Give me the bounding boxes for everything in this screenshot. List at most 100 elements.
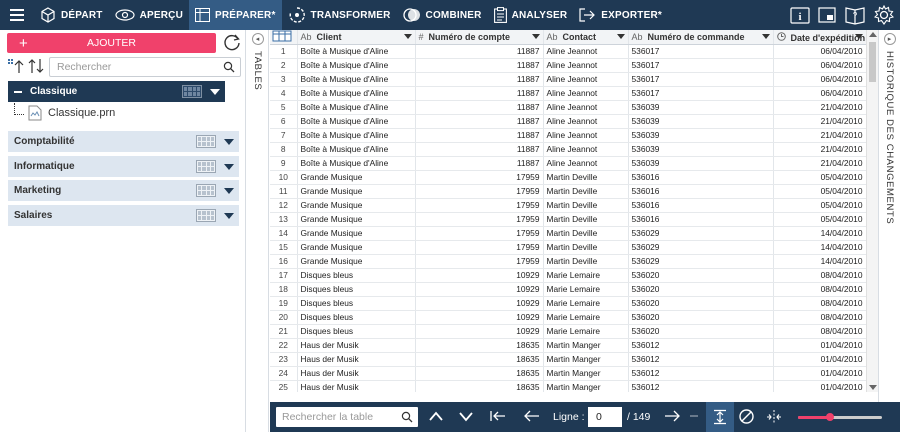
sort-toggle-icon[interactable] — [28, 58, 46, 77]
group-marketing[interactable]: Marketing — [8, 180, 239, 201]
toolbar-apercu[interactable]: APERÇU — [109, 0, 189, 30]
table-cell[interactable]: Disques bleus — [297, 324, 416, 339]
table-cell[interactable]: 10929 — [415, 296, 544, 311]
table-cell[interactable]: Boîte à Musique d'Aline — [297, 128, 416, 143]
table-cell[interactable]: 11887 — [415, 114, 544, 129]
table-cell[interactable]: 17959 — [415, 212, 544, 227]
table-cell[interactable]: 08/04/2010 — [773, 282, 866, 297]
toolbar-exporter[interactable]: EXPORTER* — [573, 0, 668, 30]
table-cell[interactable]: 06/04/2010 — [773, 72, 866, 87]
table-cell[interactable]: 17959 — [415, 170, 544, 185]
table-cell[interactable]: 08/04/2010 — [773, 324, 866, 339]
table-cell[interactable]: Grande Musique — [297, 240, 416, 255]
select-all-header[interactable] — [270, 30, 298, 45]
table-cell[interactable]: 536039 — [628, 156, 774, 171]
table-cell[interactable]: Aline Jeannot — [543, 86, 629, 101]
table-cell[interactable]: Aline Jeannot — [543, 58, 629, 73]
table-cell[interactable]: Martin Deville — [543, 226, 629, 241]
table-cell[interactable]: Martin Deville — [543, 212, 629, 227]
table-cell[interactable]: 10929 — [415, 310, 544, 325]
table-row[interactable]: 18 Disques bleus 10929 Marie Lemaire 536020 0… — [270, 282, 866, 297]
table-row[interactable]: 6 Boîte à Musique d'Aline 11887 Aline Jeann… — [270, 114, 866, 129]
table-cell[interactable]: Grande Musique — [297, 254, 416, 269]
table-cell[interactable]: Disques bleus — [297, 296, 416, 311]
table-cell[interactable]: 08/04/2010 — [773, 268, 866, 283]
table-cell[interactable]: Martin Manger — [543, 380, 629, 392]
table-cell[interactable]: 536012 — [628, 338, 774, 353]
table-cell[interactable]: 05/04/2010 — [773, 212, 866, 227]
table-cell[interactable]: 536017 — [628, 58, 774, 73]
table-cell[interactable]: 536029 — [628, 254, 774, 269]
next-row-icon[interactable] — [663, 409, 681, 423]
column-header-order[interactable]: Ab Numéro de commande — [628, 30, 774, 45]
table-cell[interactable]: 11887 — [415, 156, 544, 171]
table-row[interactable]: 5 Boîte à Musique d'Aline 11887 Aline Jeann… — [270, 100, 866, 115]
toolbar-analyser[interactable]: ANALYSER — [488, 0, 574, 30]
table-cell[interactable]: 11887 — [415, 128, 544, 143]
column-menu-icon[interactable] — [761, 34, 770, 39]
table-cell[interactable]: 536039 — [628, 142, 774, 157]
table-cell[interactable]: 21/04/2010 — [773, 128, 866, 143]
file-item[interactable]: Classique.prn — [14, 103, 115, 121]
chevron-down-icon[interactable] — [210, 88, 220, 95]
toolbar-preparer[interactable]: PRÉPARER* — [189, 0, 282, 30]
previous-row-icon[interactable] — [523, 409, 541, 423]
table-cell[interactable]: 536017 — [628, 72, 774, 87]
column-width-icon[interactable] — [766, 410, 782, 424]
table-cell[interactable]: 14/04/2010 — [773, 226, 866, 241]
group-comptabilite[interactable]: Comptabilité — [8, 131, 239, 152]
group-classique[interactable]: Classique — [8, 81, 225, 102]
table-cell[interactable]: Disques bleus — [297, 282, 416, 297]
table-row[interactable]: 24 Haus der Musik 18635 Martin Manger 536012… — [270, 366, 866, 381]
toolbar-combiner[interactable]: COMBINER — [397, 0, 488, 30]
group-informatique[interactable]: Informatique — [8, 156, 239, 177]
table-cell[interactable]: 536016 — [628, 170, 774, 185]
table-cell[interactable]: 17959 — [415, 226, 544, 241]
info-icon[interactable]: i — [790, 6, 810, 24]
table-cell[interactable]: 11887 — [415, 142, 544, 157]
table-cell[interactable]: 14/04/2010 — [773, 254, 866, 269]
table-row[interactable]: 9 Boîte à Musique d'Aline 11887 Aline Jeann… — [270, 156, 866, 171]
table-cell[interactable]: Grande Musique — [297, 198, 416, 213]
help-book-icon[interactable]: ? — [844, 5, 866, 25]
table-cell[interactable]: Martin Deville — [543, 254, 629, 269]
zoom-slider[interactable] — [798, 413, 882, 421]
next-match-icon[interactable] — [458, 409, 474, 423]
table-cell[interactable]: 01/04/2010 — [773, 352, 866, 367]
refresh-icon[interactable] — [222, 32, 242, 55]
table-cell[interactable]: 21/04/2010 — [773, 156, 866, 171]
table-cell[interactable]: 536016 — [628, 184, 774, 199]
previous-match-icon[interactable] — [428, 409, 444, 423]
table-cell[interactable]: Martin Deville — [543, 184, 629, 199]
table-cell[interactable]: 17959 — [415, 240, 544, 255]
table-cell[interactable]: Aline Jeannot — [543, 142, 629, 157]
table-cell[interactable]: 536020 — [628, 310, 774, 325]
table-cell[interactable]: Haus der Musik — [297, 380, 416, 392]
table-cell[interactable]: 536020 — [628, 268, 774, 283]
collapse-icon[interactable] — [14, 90, 22, 93]
chevron-down-icon[interactable] — [224, 212, 234, 219]
table-row[interactable]: 12 Grande Musique 17959 Martin Deville 53601… — [270, 198, 866, 213]
column-menu-icon[interactable] — [403, 34, 412, 39]
table-cell[interactable]: 536012 — [628, 380, 774, 392]
table-row[interactable]: 23 Haus der Musik 18635 Martin Manger 536012… — [270, 352, 866, 367]
table-cell[interactable]: 536016 — [628, 212, 774, 227]
column-menu-icon[interactable] — [854, 34, 863, 39]
table-cell[interactable]: 11887 — [415, 58, 544, 73]
table-cell[interactable]: 05/04/2010 — [773, 170, 866, 185]
table-cell[interactable]: 536020 — [628, 282, 774, 297]
table-cell[interactable]: Aline Jeannot — [543, 156, 629, 171]
scroll-up-icon[interactable] — [869, 32, 877, 37]
table-row[interactable]: 10 Grande Musique 17959 Martin Deville 53601… — [270, 170, 866, 185]
table-cell[interactable]: Boîte à Musique d'Aline — [297, 156, 416, 171]
table-cell[interactable]: Aline Jeannot — [543, 128, 629, 143]
table-cell[interactable]: Boîte à Musique d'Aline — [297, 44, 416, 59]
table-cell[interactable]: Marie Lemaire — [543, 268, 629, 283]
table-cell[interactable]: 06/04/2010 — [773, 58, 866, 73]
add-button[interactable]: + AJOUTER — [7, 33, 216, 53]
collapse-left-icon[interactable]: ◂ — [251, 33, 264, 45]
table-cell[interactable]: Grande Musique — [297, 212, 416, 227]
table-cell[interactable]: Aline Jeannot — [543, 100, 629, 115]
table-cell[interactable]: 10929 — [415, 268, 544, 283]
table-row[interactable]: 25 Haus der Musik 18635 Martin Manger 536012… — [270, 380, 866, 392]
